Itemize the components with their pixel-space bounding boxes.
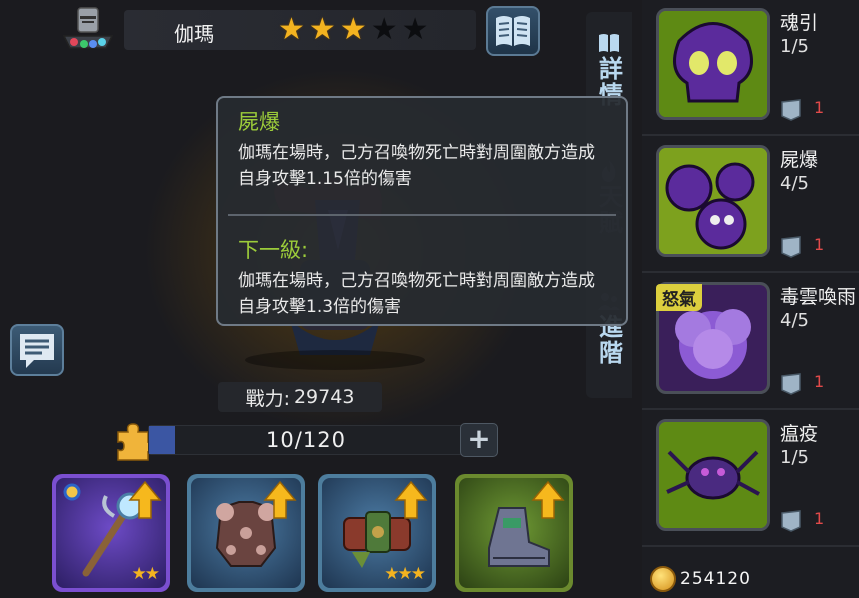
skill-upgrade-cost: 1: [814, 372, 825, 391]
gold-balance: 254120: [650, 566, 751, 592]
skill-level: 1/5: [780, 36, 809, 57]
star-filled-icon: ★: [308, 12, 336, 47]
upgrade-arrow-icon: [394, 480, 428, 519]
skill-upgrade-cost: 1: [814, 509, 825, 528]
skill-row[interactable]: 怒氣 毒雲喚雨 4/5 1: [642, 274, 859, 410]
skill-level: 4/5: [780, 310, 809, 331]
tooltip-next-description: 伽瑪在場時，己方召喚物死亡時對周圍敵方造成自身攻擊1.3倍的傷害: [238, 271, 595, 317]
gold-coin-icon: [650, 566, 676, 592]
skill-point-icon: [781, 373, 801, 395]
equipment-slot-1[interactable]: ★★: [52, 474, 170, 592]
skill-row[interactable]: 屍爆 4/5 1: [642, 137, 859, 273]
skill-upgrade-cost: 1: [814, 235, 825, 254]
skull-skill-icon: [656, 8, 770, 120]
hero-star-rating: ★ ★ ★ ★ ★: [278, 14, 429, 46]
skill-name: 魂引: [780, 12, 819, 34]
skills-panel: 魂引 1/5 1 屍爆 4/5 1 怒氣 毒雲喚雨 4/5 1 瘟疫 1/5 1: [642, 0, 859, 598]
shard-progress-text: 10/120: [266, 428, 346, 452]
equipment-stars: ★★: [131, 564, 161, 584]
equipment-slot-4[interactable]: [455, 474, 573, 592]
skill-upgrade-cost: 1: [814, 98, 825, 117]
plus-icon: +: [467, 422, 491, 455]
skill-tooltip: 屍爆 伽瑪在場時，己方召喚物死亡時對周圍敵方造成自身攻擊1.15倍的傷害 下一級…: [216, 96, 628, 326]
hero-power: 戰力: 29743: [218, 382, 382, 412]
star-filled-icon: ★: [339, 12, 367, 47]
equipment-slot-2[interactable]: [187, 474, 305, 592]
star-empty-icon: ★: [401, 12, 429, 47]
skill-name: 屍爆: [780, 149, 819, 171]
upgrade-arrow-icon: [128, 480, 162, 519]
equipment-stars: ★★★: [384, 564, 426, 584]
upgrade-arrow-icon: [531, 480, 565, 519]
book-icon: [496, 16, 530, 46]
skill-row[interactable]: 瘟疫 1/5 1: [642, 411, 859, 547]
star-empty-icon: ★: [370, 12, 398, 47]
tooltip-next-title: 下一級:: [238, 238, 309, 262]
add-shards-button[interactable]: +: [460, 423, 498, 457]
skill-row[interactable]: 魂引 1/5 1: [642, 0, 859, 136]
power-value: 29743: [293, 386, 355, 408]
chat-icon: [20, 334, 54, 368]
codex-book-button[interactable]: [486, 6, 540, 56]
skill-level: 1/5: [780, 447, 809, 468]
plague-skill-icon: [656, 419, 770, 531]
power-label: 戰力:: [245, 387, 290, 410]
skill-point-icon: [781, 99, 801, 121]
tooltip-skill-description: 伽瑪在場時，己方召喚物死亡時對周圍敵方造成自身攻擊1.15倍的傷害: [238, 143, 595, 189]
upgrade-arrow-icon: [263, 480, 297, 519]
chat-button[interactable]: [10, 324, 64, 376]
star-filled-icon: ★: [278, 12, 305, 47]
book-icon: [599, 34, 619, 52]
hero-detail-screen: 伽瑪 ★ ★ ★ ★ ★ 詳情 進階 戰力: 29743 10/120 + ★★…: [0, 0, 859, 598]
tooltip-skill-title: 屍爆: [238, 110, 280, 134]
skill-point-icon: [781, 236, 801, 258]
hero-name-bar: 伽瑪 ★ ★ ★ ★ ★: [124, 10, 476, 50]
rage-badge: 怒氣: [656, 284, 702, 311]
shard-progress-bar: 10/120: [148, 425, 464, 455]
hero-class-icon: [62, 7, 114, 49]
corpse-explosion-skill-icon: [656, 145, 770, 257]
skill-name: 瘟疫: [780, 423, 819, 445]
gold-amount: 254120: [680, 569, 751, 589]
skill-name: 毒雲喚雨: [780, 286, 857, 308]
skill-level: 4/5: [780, 173, 809, 194]
equipment-slot-3[interactable]: ★★★: [318, 474, 436, 592]
skill-point-icon: [781, 510, 801, 532]
hero-name: 伽瑪: [174, 22, 214, 46]
tooltip-divider: [228, 214, 616, 216]
